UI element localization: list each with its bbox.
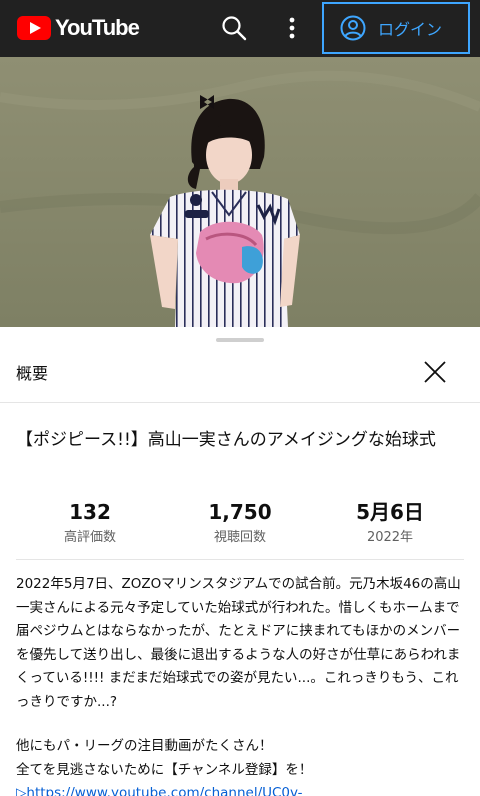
login-label: ログイン (378, 20, 443, 39)
account-circle-icon (340, 15, 366, 41)
video-player[interactable] (0, 57, 480, 327)
description-text-2: 他にもパ・リーグの注目動画がたくさん！ 全てを見逃さないために【チャンネル登録】… (16, 735, 468, 782)
description-text: 2022年5月7日、ZOZOマリンスタジアムでの試合前。元乃木坂46の高山一実さ… (16, 576, 461, 710)
search-button[interactable] (220, 14, 248, 42)
likes-label: 高評価数 (63, 530, 116, 545)
video-frame (0, 57, 480, 327)
upload-date: 5月6日 (356, 500, 424, 524)
divider (0, 402, 480, 403)
channel-link[interactable]: ▷https://www.youtube.com/channel/UC0v- (16, 782, 303, 796)
divider (16, 559, 464, 560)
search-icon (222, 16, 247, 41)
youtube-logo[interactable]: YouTube (17, 15, 140, 41)
views-count: 1,750 (208, 500, 272, 524)
drag-handle[interactable] (216, 338, 264, 342)
views-label: 視聴回数 (213, 530, 266, 545)
login-button[interactable]: ログイン (322, 2, 470, 54)
more-options-button[interactable] (280, 14, 304, 42)
logo-text: YouTube (55, 15, 140, 40)
youtube-logo-icon (17, 16, 51, 40)
views-stat: 1,750 視聴回数 (160, 497, 320, 549)
description-line: 全てを見逃さないために【チャンネル登録】を！ (16, 761, 313, 778)
likes-stat: 132 高評価数 (10, 497, 170, 549)
likes-count: 132 (69, 500, 111, 524)
date-stat: 5月6日 2022年 (310, 497, 470, 549)
description-line: 他にもパ・リーグの注目動画がたくさん！ (16, 738, 273, 754)
top-app-bar: YouTube ログイン (0, 0, 480, 57)
video-stats: 132 高評価数 1,750 視聴回数 5月6日 2022年 (0, 497, 480, 553)
description-panel: 概要 【ポジピース!!】高山一実さんのアメイジングな始球式 132 高評価数 1… (0, 327, 480, 796)
more-vert-icon (289, 17, 295, 39)
close-button[interactable] (422, 359, 448, 385)
video-title: 【ポジピース!!】高山一実さんのアメイジングな始球式 (16, 430, 436, 450)
panel-title: 概要 (16, 364, 49, 383)
upload-year: 2022年 (366, 530, 414, 545)
close-icon (424, 361, 446, 383)
